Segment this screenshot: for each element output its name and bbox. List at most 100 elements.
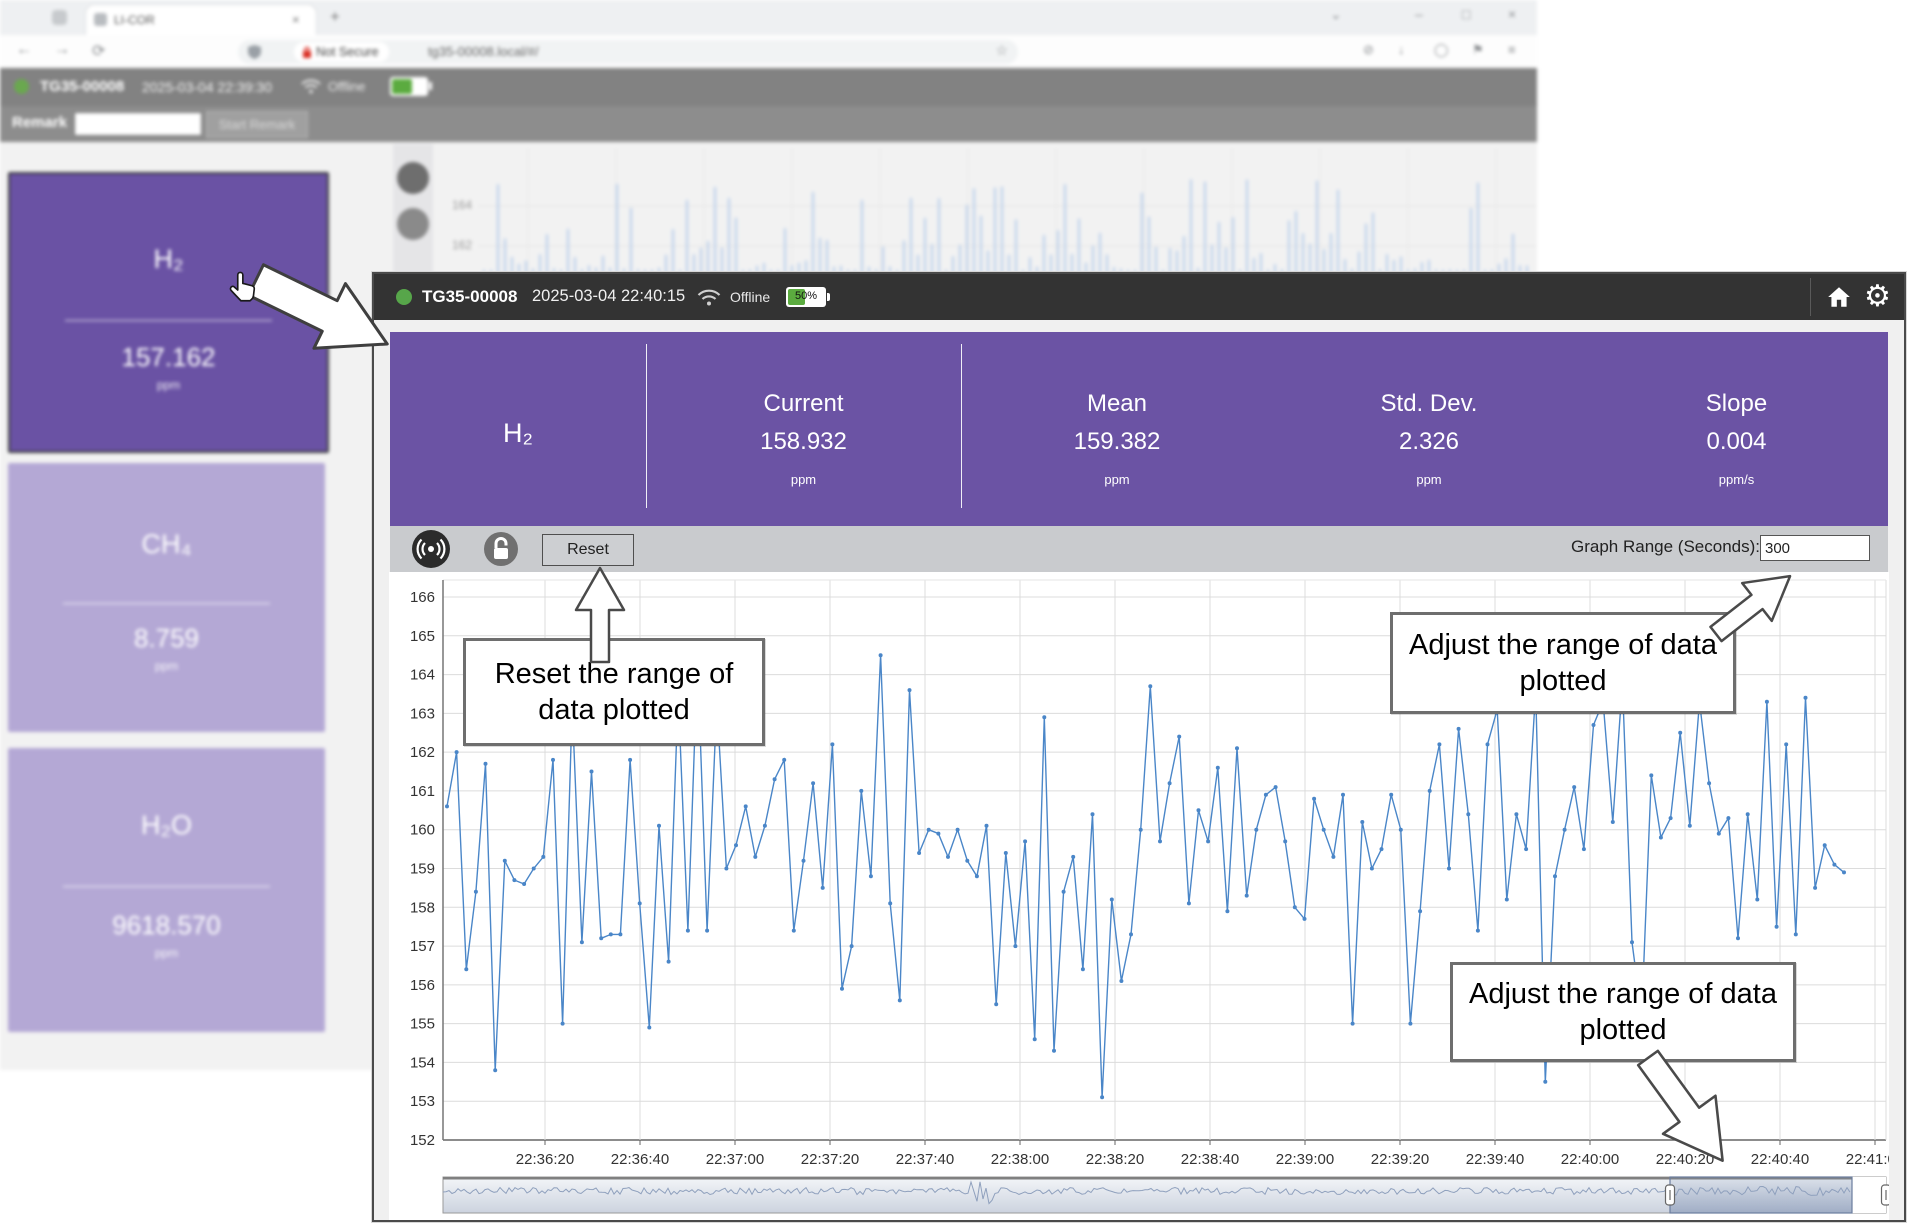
svg-text:22:40:00: 22:40:00 bbox=[1561, 1151, 1619, 1168]
svg-text:22:39:40: 22:39:40 bbox=[1466, 1151, 1524, 1168]
menu-icon[interactable]: ≡ bbox=[1508, 42, 1516, 57]
svg-text:157: 157 bbox=[410, 938, 435, 955]
browser-tab-strip: LI-COR × + ⌄ – □ × bbox=[0, 0, 1537, 35]
shield-icon[interactable]: ⊘ bbox=[1363, 42, 1374, 58]
svg-text:163: 163 bbox=[410, 705, 435, 722]
titlebar-divider bbox=[1810, 278, 1811, 316]
svg-text:159: 159 bbox=[410, 861, 435, 878]
url-text: tg35-00008.local/#/ bbox=[428, 44, 539, 59]
svg-text:22:38:20: 22:38:20 bbox=[1086, 1151, 1144, 1168]
maximize-button[interactable]: □ bbox=[1462, 6, 1470, 22]
stat-label: Mean bbox=[961, 390, 1273, 418]
tab-search-icon[interactable] bbox=[52, 10, 67, 25]
stat-gas-section: H₂ bbox=[390, 332, 646, 526]
profile-icon[interactable]: ◯ bbox=[1434, 42, 1449, 58]
security-label: Not Secure bbox=[316, 45, 379, 59]
battery-percent: 50% bbox=[786, 290, 826, 302]
svg-text:22:40:20: 22:40:20 bbox=[1656, 1151, 1714, 1168]
connection-status: Offline bbox=[730, 289, 770, 305]
gas-unit: ppm bbox=[10, 378, 327, 392]
svg-text:22:41:00: 22:41:00 bbox=[1846, 1151, 1889, 1168]
stat-stddev: Std. Dev. 2.326 ppm bbox=[1273, 332, 1585, 526]
svg-text:164: 164 bbox=[410, 667, 435, 684]
gas-card-h2o[interactable]: H₂O 9618.570 ppm bbox=[8, 748, 325, 1032]
svg-text:161: 161 bbox=[410, 783, 435, 800]
stat-slope: Slope 0.004 ppm/s bbox=[1585, 332, 1888, 526]
remark-input[interactable] bbox=[74, 112, 202, 136]
lock-icon[interactable] bbox=[397, 208, 429, 240]
gear-icon[interactable]: ⚙ bbox=[1864, 282, 1891, 312]
stat-label: Current bbox=[646, 390, 961, 418]
background-icon-strip bbox=[393, 144, 433, 274]
broadcast-icon[interactable] bbox=[412, 530, 450, 568]
battery-nub bbox=[827, 293, 830, 301]
tab-list-chevron-icon[interactable]: ⌄ bbox=[1330, 6, 1342, 23]
svg-text:165: 165 bbox=[410, 628, 435, 645]
status-dot bbox=[14, 79, 29, 94]
stat-mean: Mean 159.382 ppm bbox=[961, 332, 1273, 526]
gas-card-ch4[interactable]: CH₄ 8.759 ppm bbox=[8, 463, 325, 732]
home-icon[interactable] bbox=[1826, 285, 1852, 309]
range-navigator[interactable] bbox=[443, 1177, 1889, 1213]
tab-close-icon[interactable]: × bbox=[292, 12, 300, 27]
unlock-icon[interactable] bbox=[484, 532, 518, 566]
reset-button[interactable]: Reset bbox=[542, 534, 634, 566]
svg-text:22:39:00: 22:39:00 bbox=[1276, 1151, 1334, 1168]
forward-icon[interactable]: → bbox=[54, 41, 70, 59]
callout-adjust-top: Adjust the range of data plotted bbox=[1390, 612, 1736, 714]
gas-unit: ppm bbox=[8, 659, 325, 673]
stat-unit: ppm bbox=[1273, 472, 1585, 487]
device-name: TG35-00008 bbox=[422, 287, 517, 307]
connection-status: Offline bbox=[328, 79, 365, 94]
download-icon[interactable]: ↓ bbox=[1398, 42, 1405, 57]
svg-text:153: 153 bbox=[410, 1093, 435, 1110]
reload-icon[interactable]: ⟳ bbox=[92, 41, 105, 61]
device-name: TG35-00008 bbox=[40, 78, 124, 95]
callout-reset: Reset the range of data plotted bbox=[463, 638, 765, 746]
stat-value: 159.382 bbox=[961, 428, 1273, 456]
broadcast-icon[interactable] bbox=[397, 162, 429, 194]
card-divider bbox=[63, 603, 270, 604]
svg-text:156: 156 bbox=[410, 977, 435, 994]
back-icon[interactable]: ← bbox=[16, 41, 32, 59]
svg-text:155: 155 bbox=[410, 1016, 435, 1033]
gas-formula: H₂O bbox=[8, 810, 325, 841]
graph-range-input[interactable] bbox=[1760, 535, 1870, 561]
close-button[interactable]: × bbox=[1508, 6, 1516, 22]
stat-current: Current 158.932 ppm bbox=[646, 332, 961, 526]
address-bar[interactable]: Not Secure tg35-00008.local/#/ ☆ bbox=[238, 40, 1018, 64]
svg-text:22:38:40: 22:38:40 bbox=[1181, 1151, 1239, 1168]
minimize-button[interactable]: – bbox=[1415, 6, 1423, 22]
new-tab-button[interactable]: + bbox=[330, 7, 340, 27]
app-window: TG35-00008 2025-03-04 22:40:15 Offline 5… bbox=[372, 272, 1906, 1222]
remark-bar: Remark Start Remark bbox=[0, 106, 1537, 142]
navigator-handle[interactable] bbox=[1882, 1185, 1890, 1205]
not-secure-chip[interactable]: Not Secure bbox=[294, 42, 389, 62]
svg-text:22:38:00: 22:38:00 bbox=[991, 1151, 1049, 1168]
mini-axis-label: 164 bbox=[452, 198, 472, 212]
start-remark-button[interactable]: Start Remark bbox=[206, 111, 308, 138]
bookmark-star-icon[interactable]: ☆ bbox=[995, 42, 1008, 59]
stat-unit: ppm/s bbox=[1585, 472, 1888, 487]
wifi-icon bbox=[300, 77, 322, 95]
card-divider bbox=[65, 320, 272, 321]
background-app-header: TG35-00008 2025-03-04 22:39:30 Offline bbox=[0, 68, 1537, 106]
stat-label: Slope bbox=[1585, 390, 1888, 418]
tab-favicon-icon bbox=[94, 13, 107, 26]
svg-text:162: 162 bbox=[410, 744, 435, 761]
gas-value: 8.759 bbox=[8, 623, 325, 654]
remark-label: Remark bbox=[12, 114, 67, 131]
stat-label: Std. Dev. bbox=[1273, 390, 1585, 418]
stat-value: 158.932 bbox=[646, 428, 961, 456]
browser-tab[interactable]: LI-COR × bbox=[86, 5, 316, 35]
callout-adjust-bottom: Adjust the range of data plotted bbox=[1450, 962, 1796, 1062]
gas-unit: ppm bbox=[8, 946, 325, 960]
gas-card-h2[interactable]: H₂ 157.162 ppm bbox=[8, 172, 329, 453]
site-info-shield-icon[interactable] bbox=[248, 45, 261, 59]
battery-icon bbox=[390, 77, 428, 96]
battery-icon: 50% bbox=[786, 287, 826, 307]
bookmark-flag-icon[interactable]: ⚑ bbox=[1472, 42, 1484, 58]
svg-text:22:40:40: 22:40:40 bbox=[1751, 1151, 1809, 1168]
stats-banner: H₂ Current 158.932 ppm Mean 159.382 ppm … bbox=[390, 332, 1888, 526]
svg-text:152: 152 bbox=[410, 1132, 435, 1149]
